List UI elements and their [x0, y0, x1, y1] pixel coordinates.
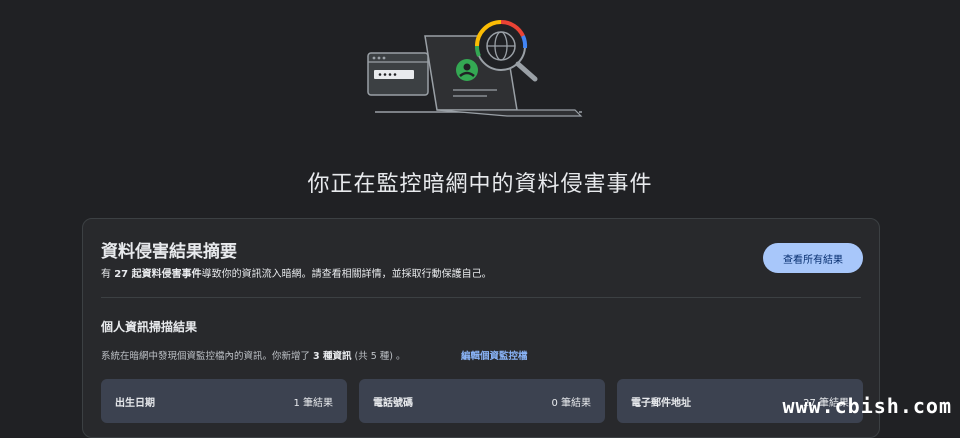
summary-title: 資料侵害結果摘要 [101, 242, 237, 262]
scan-description: 系統在暗網中發現個資監控檔內的資訊。你新增了 3 種資訊 (共 5 種) 。 [101, 348, 406, 362]
tile-label: 出生日期 [115, 397, 155, 409]
browser-window-icon [367, 52, 429, 96]
summary-description: 有 27 起資料侵害事件導致你的資訊流入暗網。請查看相關詳情，並採取行動保護自己… [101, 265, 492, 280]
tile-count: 0 筆結果 [551, 397, 591, 409]
summary-desc-prefix: 有 [101, 269, 115, 280]
watermark: www.cbish.com [782, 394, 952, 418]
tile-label: 電子郵件地址 [631, 397, 691, 409]
tile-label: 電話號碼 [373, 397, 413, 409]
scan-results-title: 個人資訊掃描結果 [101, 320, 198, 334]
view-all-results-button[interactable]: 查看所有結果 [763, 243, 863, 273]
result-tile-birth-date[interactable]: 出生日期 1 筆結果 [101, 379, 347, 423]
page-title: 你正在監控暗網中的資料侵害事件 [307, 172, 653, 197]
result-tile-phone-number[interactable]: 電話號碼 0 筆結果 [359, 379, 605, 423]
summary-card: 資料侵害結果摘要 有 27 起資料侵害事件導致你的資訊流入暗網。請查看相關詳情，… [82, 218, 880, 438]
dark-web-monitor-illustration [355, 8, 615, 128]
breach-count: 27 起資料侵害事件 [114, 269, 202, 280]
summary-desc-suffix: 導致你的資訊流入暗網。請查看相關詳情，並採取行動保護自己。 [201, 269, 492, 280]
divider [101, 297, 861, 298]
scan-desc-prefix: 系統在暗網中發現個資監控檔內的資訊。你新增了 [101, 351, 314, 362]
tile-count: 1 筆結果 [293, 397, 333, 409]
scan-desc-suffix: (共 5 種) 。 [351, 351, 406, 362]
new-info-count: 3 種資訊 [313, 351, 352, 362]
edit-monitoring-profile-link[interactable]: 編輯個資監控檔 [461, 348, 528, 362]
